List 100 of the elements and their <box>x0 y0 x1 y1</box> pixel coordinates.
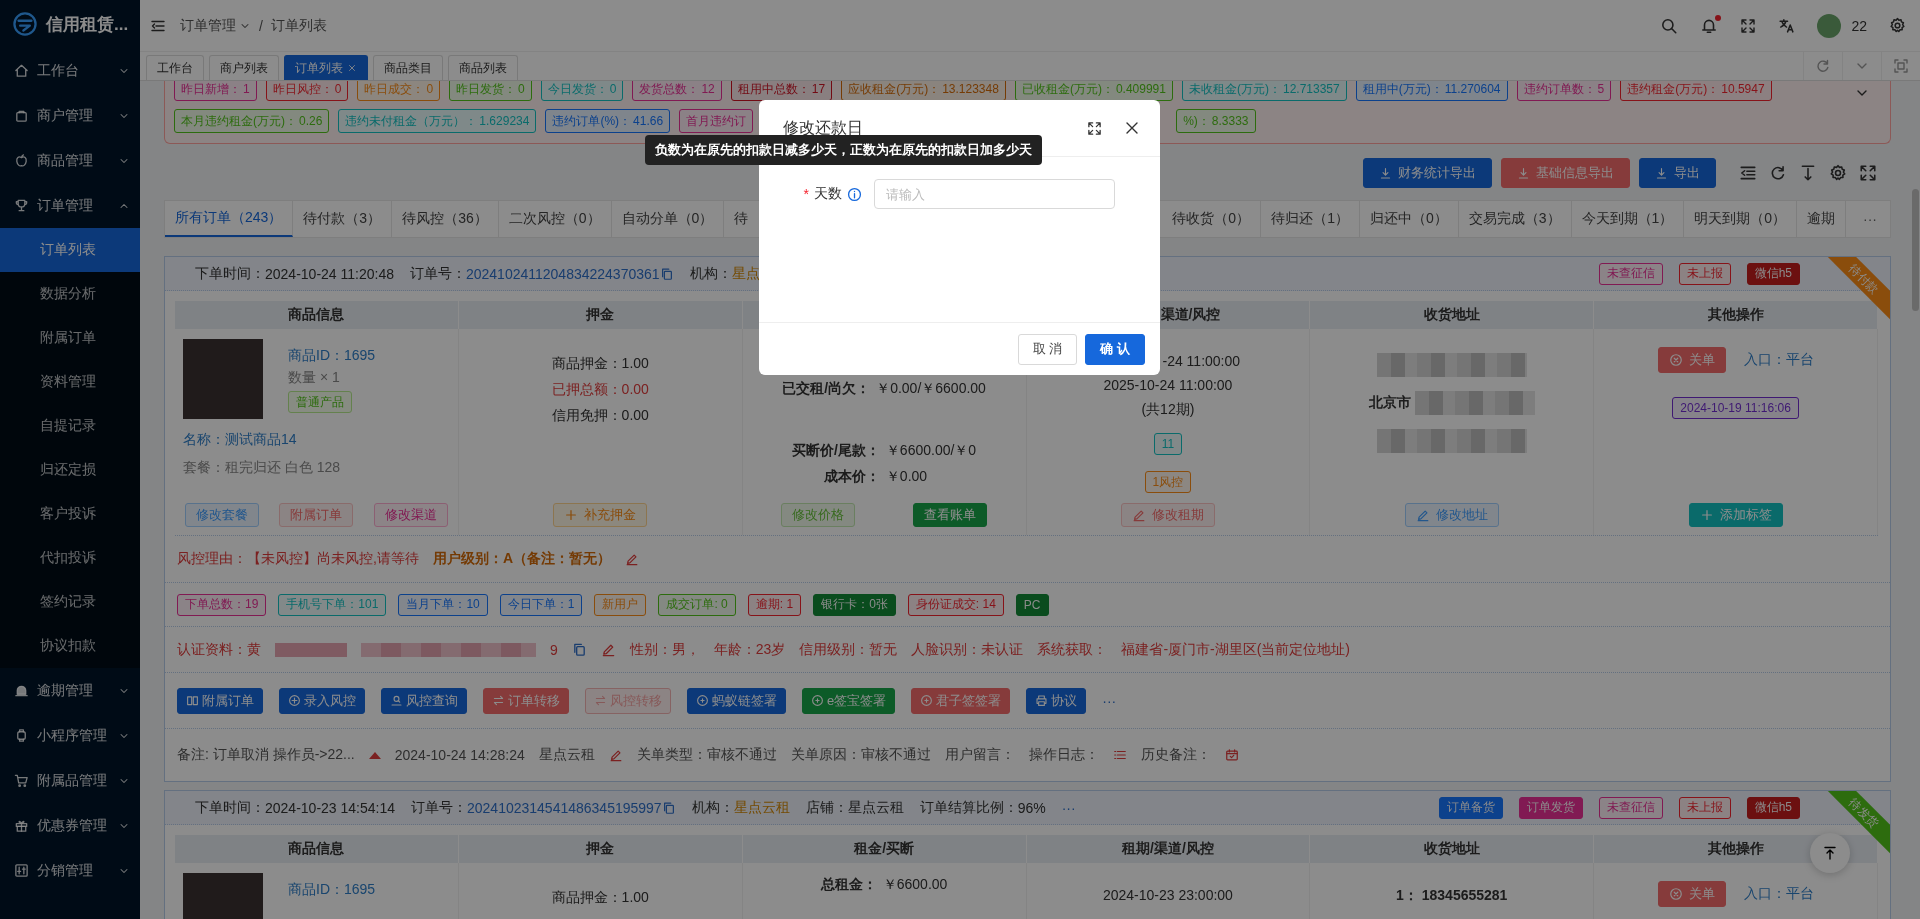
order-action-button[interactable]: 蚂蚁链签署 <box>687 687 786 714</box>
order-action-button[interactable]: e签宝签署 <box>802 687 896 714</box>
remark-time: 2024-10-24 14:28:24 <box>394 747 525 763</box>
submenu-item[interactable]: 附属订单 <box>0 316 140 360</box>
order-action-button[interactable]: 订单转移 <box>483 687 569 714</box>
status-tab[interactable]: 逾期 <box>1797 201 1847 237</box>
copy-icon[interactable] <box>659 266 674 281</box>
page-tab[interactable]: 商品列表 <box>448 55 518 80</box>
menu-item[interactable]: 优惠券管理 <box>0 803 140 848</box>
dialog-button[interactable]: 确 认 <box>1085 333 1145 365</box>
submenu-item[interactable]: 资料管理 <box>0 360 140 404</box>
indent-icon[interactable] <box>1739 164 1757 182</box>
submenu-item[interactable]: 订单列表 <box>0 228 140 272</box>
page-tab[interactable]: 商户列表 <box>209 55 279 80</box>
auth-info: 性别：男， <box>629 640 700 659</box>
status-tab[interactable]: 待付款（3） <box>293 201 393 237</box>
close-order-button[interactable]: 关单 <box>1657 347 1726 373</box>
menu-item[interactable]: 逾期管理 <box>0 668 140 713</box>
status-tab[interactable]: 待归还（1） <box>1261 201 1360 237</box>
status-tab[interactable]: 待 <box>724 201 759 237</box>
edit-address-button[interactable]: 修改地址 <box>1404 503 1499 527</box>
rent-action-button[interactable]: 查看账单 <box>912 503 987 527</box>
page-tab[interactable]: 工作台 <box>146 55 204 80</box>
fullscreen-icon[interactable] <box>1740 17 1757 34</box>
info-icon[interactable] <box>847 186 862 202</box>
edit-lease-button[interactable]: 修改租期 <box>1120 503 1215 527</box>
menu-item[interactable]: 分销管理 <box>0 848 140 893</box>
user-name[interactable]: 22 <box>1851 17 1867 34</box>
order-action-button[interactable]: 附属订单 <box>177 687 263 714</box>
menu-item[interactable]: 附属品管理 <box>0 758 140 803</box>
collapse-triangle-icon[interactable] <box>368 751 381 759</box>
log-label: 操作日志： <box>1028 746 1099 764</box>
close-info: 关单原因：审核不通过 <box>790 746 931 764</box>
price-value: ￥6600.00/￥0 <box>885 441 978 460</box>
page-tab[interactable]: 商品类目 <box>373 55 443 80</box>
fullscreen-icon[interactable] <box>1087 120 1102 136</box>
status-tab[interactable]: 待风控（36） <box>392 201 499 237</box>
calendar-icon[interactable] <box>1224 748 1239 762</box>
menu-item[interactable]: 小程序管理 <box>0 713 140 758</box>
menu-item[interactable]: 商品管理 <box>0 138 140 183</box>
product-action-button[interactable]: 修改套餐 <box>185 503 259 527</box>
more-tabs-button[interactable]: ··· <box>1850 201 1890 237</box>
settings-icon[interactable] <box>1829 164 1847 182</box>
column-header: 租金/买断 <box>854 840 914 858</box>
submenu-item[interactable]: 签约记录 <box>0 580 140 624</box>
menu-item[interactable]: 商户管理 <box>0 93 140 138</box>
product-action-button[interactable]: 修改渠道 <box>373 503 448 527</box>
order-action-button[interactable]: 风控查询 <box>381 687 467 714</box>
order-action-button[interactable]: 录入风控 <box>279 687 365 714</box>
dialog-button[interactable]: 取 消 <box>1017 333 1078 365</box>
status-tab[interactable]: 所有订单（243） <box>165 201 294 237</box>
list-icon[interactable] <box>1112 748 1127 762</box>
settings-icon[interactable] <box>1889 17 1906 34</box>
column-header: 收货地址 <box>1423 306 1480 324</box>
submenu-item[interactable]: 代扣投诉 <box>0 536 140 580</box>
close-order-button[interactable]: 关单 <box>1657 881 1726 907</box>
pencil-icon[interactable] <box>600 642 616 657</box>
order-action-button[interactable]: 协议 <box>1026 687 1087 714</box>
order-number-link[interactable]: 2024102314541486345195997 <box>467 799 662 816</box>
export-button[interactable]: 基础信息导出 <box>1501 158 1630 188</box>
pencil-icon[interactable] <box>608 748 623 762</box>
circle-icon <box>920 694 934 707</box>
product-action-button[interactable]: 附属订单 <box>279 503 354 527</box>
scrollbar-thumb[interactable] <box>1912 189 1919 311</box>
status-tab[interactable]: 归还中（0） <box>1359 201 1459 237</box>
menu-item[interactable]: 工作台 <box>0 48 140 93</box>
close-icon[interactable] <box>1124 120 1140 136</box>
more-link[interactable]: ··· <box>1102 692 1117 709</box>
copy-icon[interactable] <box>661 800 676 815</box>
pencil-icon[interactable] <box>625 552 639 566</box>
translate-icon[interactable] <box>1778 17 1796 34</box>
refresh-icon[interactable] <box>1769 164 1787 182</box>
user-stat-tag: 手机号下单：101 <box>278 593 387 616</box>
deposit-text: 商品押金：1.00 <box>551 354 649 373</box>
export-button[interactable]: 导出 <box>1639 158 1716 188</box>
status-tab[interactable]: 今天到期（1） <box>1571 201 1685 237</box>
order-number-link[interactable]: 2024102411204834224370361 <box>465 265 660 282</box>
copy-icon[interactable] <box>571 642 587 657</box>
arrow-up-icon <box>1822 845 1838 861</box>
status-tab[interactable]: 待收货（0） <box>1162 201 1262 237</box>
submenu-item[interactable]: 自提记录 <box>0 404 140 448</box>
submenu-item[interactable]: 协议扣款 <box>0 624 140 668</box>
status-tab[interactable]: 交易完成（3） <box>1458 201 1572 237</box>
status-tab[interactable]: 自动分单（0） <box>611 201 725 237</box>
cart-icon <box>14 773 29 788</box>
status-tab[interactable]: 明天到期（0） <box>1684 201 1798 237</box>
more-link[interactable]: ··· <box>1061 799 1076 816</box>
breadcrumb-link[interactable]: 订单管理 <box>180 16 251 35</box>
search-icon[interactable] <box>1660 16 1679 35</box>
submenu-item[interactable]: 归还定损 <box>0 448 140 492</box>
export-button[interactable]: 财务统计导出 <box>1363 158 1492 188</box>
submenu-item[interactable]: 客户投诉 <box>0 492 140 536</box>
status-tab[interactable]: 二次风控（0） <box>498 201 612 237</box>
days-input[interactable]: 请输入 <box>874 179 1115 209</box>
order-action-button[interactable]: 君子签签署 <box>911 687 1011 714</box>
menu-item[interactable]: 订单管理 <box>0 183 140 228</box>
column-height-icon[interactable] <box>1799 164 1817 182</box>
avatar[interactable] <box>1817 13 1842 38</box>
submenu-item[interactable]: 数据分析 <box>0 272 140 316</box>
page-tab[interactable]: 订单列表 <box>284 55 368 80</box>
